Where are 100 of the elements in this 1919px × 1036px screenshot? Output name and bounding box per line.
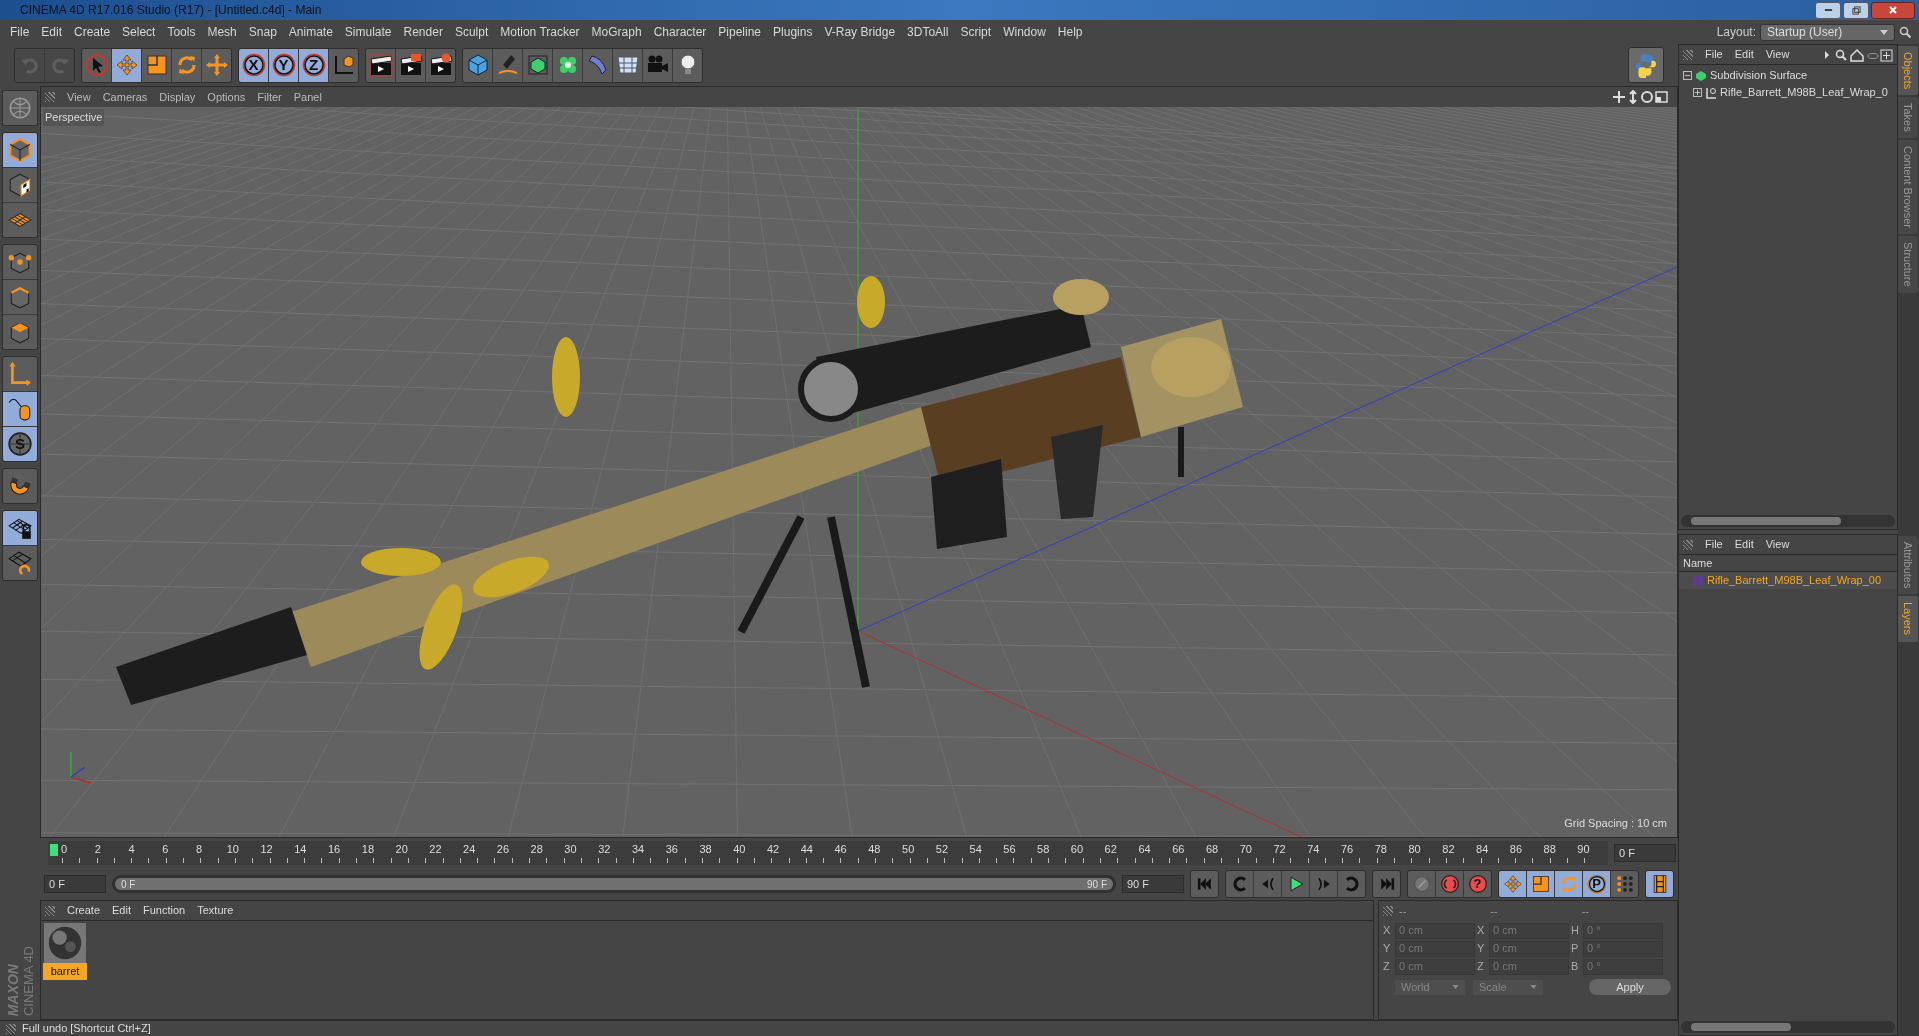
menu-item[interactable]: Simulate	[338, 23, 398, 41]
model-mode-button[interactable]	[3, 133, 37, 167]
scale-tool-button[interactable]	[142, 48, 171, 82]
menu-item[interactable]: Motion Tracker	[494, 23, 586, 41]
menu-item[interactable]: Plugins	[767, 23, 819, 41]
parameter-button[interactable]: P	[1583, 871, 1610, 897]
coordinate-system-button[interactable]	[329, 48, 358, 82]
render-view-button[interactable]	[366, 48, 395, 82]
panel-tab[interactable]: Layers	[1898, 596, 1918, 642]
deformer-button[interactable]	[583, 48, 612, 82]
apply-button[interactable]: Apply	[1589, 979, 1671, 995]
axis-lock-button[interactable]: X	[239, 48, 268, 82]
menu-item[interactable]: Mesh	[201, 23, 243, 41]
menu-item[interactable]: Edit	[106, 902, 137, 919]
menu-item[interactable]: Panel	[287, 88, 328, 106]
menu-item[interactable]: Animate	[282, 23, 339, 41]
menu-item[interactable]: Tools	[161, 23, 202, 41]
menu-item[interactable]: Sculpt	[448, 23, 495, 41]
current-frame-field[interactable]: 0 F	[1614, 844, 1676, 862]
start-frame-field[interactable]: 0 F	[44, 875, 106, 893]
axis-lock-button[interactable]: Z	[299, 48, 328, 82]
layer-row[interactable]: Rifle_Barrett_M98B_Leaf_Wrap_00	[1679, 572, 1897, 589]
end-frame-field[interactable]: 90 F	[1122, 875, 1184, 893]
expand-toggle[interactable]	[1683, 71, 1692, 80]
cloner-button[interactable]	[553, 48, 582, 82]
select-tool-button[interactable]	[82, 48, 111, 82]
axis-lock-button[interactable]: Y	[269, 48, 298, 82]
playhead-marker[interactable]	[50, 844, 58, 856]
close-button[interactable]	[1871, 1, 1915, 19]
menu-item[interactable]: View	[1759, 536, 1796, 553]
cube-button[interactable]	[463, 48, 492, 82]
menu-item[interactable]: MoGraph	[585, 23, 648, 41]
cross-arrows-button[interactable]	[202, 48, 231, 82]
next-key-button[interactable]	[1338, 871, 1365, 897]
object-name[interactable]: Subdivision Surface	[1710, 67, 1808, 84]
menu-item[interactable]: Texture	[191, 902, 240, 919]
menu-item[interactable]: Options	[201, 88, 252, 106]
menu-item[interactable]: Help	[1051, 23, 1089, 41]
edges-mode-button[interactable]	[3, 280, 37, 314]
help-button[interactable]: ?	[1464, 871, 1491, 897]
menu-item[interactable]: 3DToAll	[901, 23, 955, 41]
menu-item[interactable]: Pipeline	[712, 23, 768, 41]
menu-item[interactable]: Character	[647, 23, 713, 41]
menu-item[interactable]: File	[1699, 46, 1729, 63]
layout-dropdown[interactable]: Startup (User)	[1760, 23, 1895, 41]
menu-item[interactable]: View	[1759, 46, 1796, 63]
menu-item[interactable]: Edit	[1728, 536, 1760, 553]
go-to-start-button[interactable]	[1191, 871, 1218, 897]
horizontal-scrollbar[interactable]	[1681, 1021, 1895, 1033]
previous-frame-button[interactable]	[1254, 871, 1281, 897]
menu-item[interactable]: Function	[137, 902, 192, 919]
floor-button[interactable]	[613, 48, 642, 82]
grid-lock-button[interactable]	[3, 511, 37, 545]
menu-item[interactable]: Cameras	[96, 88, 154, 106]
python-button[interactable]	[1628, 47, 1664, 83]
play-button[interactable]	[1282, 871, 1309, 897]
menu-item[interactable]: Display	[153, 88, 202, 106]
frame-range-slider[interactable]: 0 F 90 F	[112, 875, 1116, 893]
scrollbar-thumb[interactable]	[1691, 1023, 1791, 1031]
menu-item[interactable]: Window	[997, 23, 1052, 41]
menu-item[interactable]: V-Ray Bridge	[818, 23, 902, 41]
menu-item[interactable]: Create	[61, 902, 107, 919]
render-settings-button[interactable]	[426, 48, 455, 82]
menu-item[interactable]: Create	[68, 23, 117, 41]
menu-item[interactable]: View	[61, 88, 97, 106]
menu-item[interactable]: Edit	[1728, 46, 1760, 63]
light-button[interactable]	[673, 48, 702, 82]
go-to-end-button[interactable]	[1373, 871, 1400, 897]
subdivision-button[interactable]	[523, 48, 552, 82]
scale-tool-button[interactable]	[1527, 871, 1554, 897]
timeline-button[interactable]	[1646, 871, 1673, 897]
menu-item[interactable]: Snap	[242, 23, 283, 41]
grid-sync-button[interactable]	[3, 546, 37, 580]
menu-item[interactable]: Filter	[251, 88, 288, 106]
polygons-mode-button[interactable]	[3, 315, 37, 349]
autokey-button[interactable]	[1436, 871, 1463, 897]
menu-item[interactable]: File	[1699, 536, 1729, 553]
timeline-ruler[interactable]: 0 2 4 6 8 10 12 14 16 18 20 22 24 26 28 30 32 34 36 38 40 42 44 46 48 50 52 54 56 58 60 62 64 66 68 70 72 74 76 78 80 82 84 86 88 90	[48, 841, 1608, 865]
menu-item[interactable]: Edit	[35, 23, 69, 41]
axis-mode-button[interactable]	[3, 357, 37, 391]
workplane-mode-button[interactable]	[3, 203, 37, 237]
menu-item[interactable]: Script	[954, 23, 998, 41]
restore-button[interactable]	[1843, 1, 1869, 19]
previous-key-button[interactable]	[1226, 871, 1253, 897]
texture-mode-button[interactable]	[3, 168, 37, 202]
menu-item[interactable]: Select	[116, 23, 162, 41]
menu-item[interactable]: Render	[397, 23, 449, 41]
scrollbar-thumb[interactable]	[1691, 517, 1841, 525]
move-tool-button[interactable]	[112, 48, 141, 82]
pen-button[interactable]	[493, 48, 522, 82]
tweak-mode-button[interactable]	[3, 392, 37, 426]
object-name[interactable]: Rifle_Barrett_M98B_Leaf_Wrap_0	[1720, 84, 1888, 101]
rotate-tool-button[interactable]	[172, 48, 201, 82]
dots-grid-button[interactable]	[1611, 871, 1638, 897]
render-button[interactable]	[396, 48, 425, 82]
next-frame-button[interactable]	[1310, 871, 1337, 897]
magnet-button[interactable]	[3, 469, 37, 503]
horizontal-scrollbar[interactable]	[1681, 515, 1895, 527]
points-mode-button[interactable]	[3, 245, 37, 279]
menu-item[interactable]: File	[4, 23, 36, 41]
